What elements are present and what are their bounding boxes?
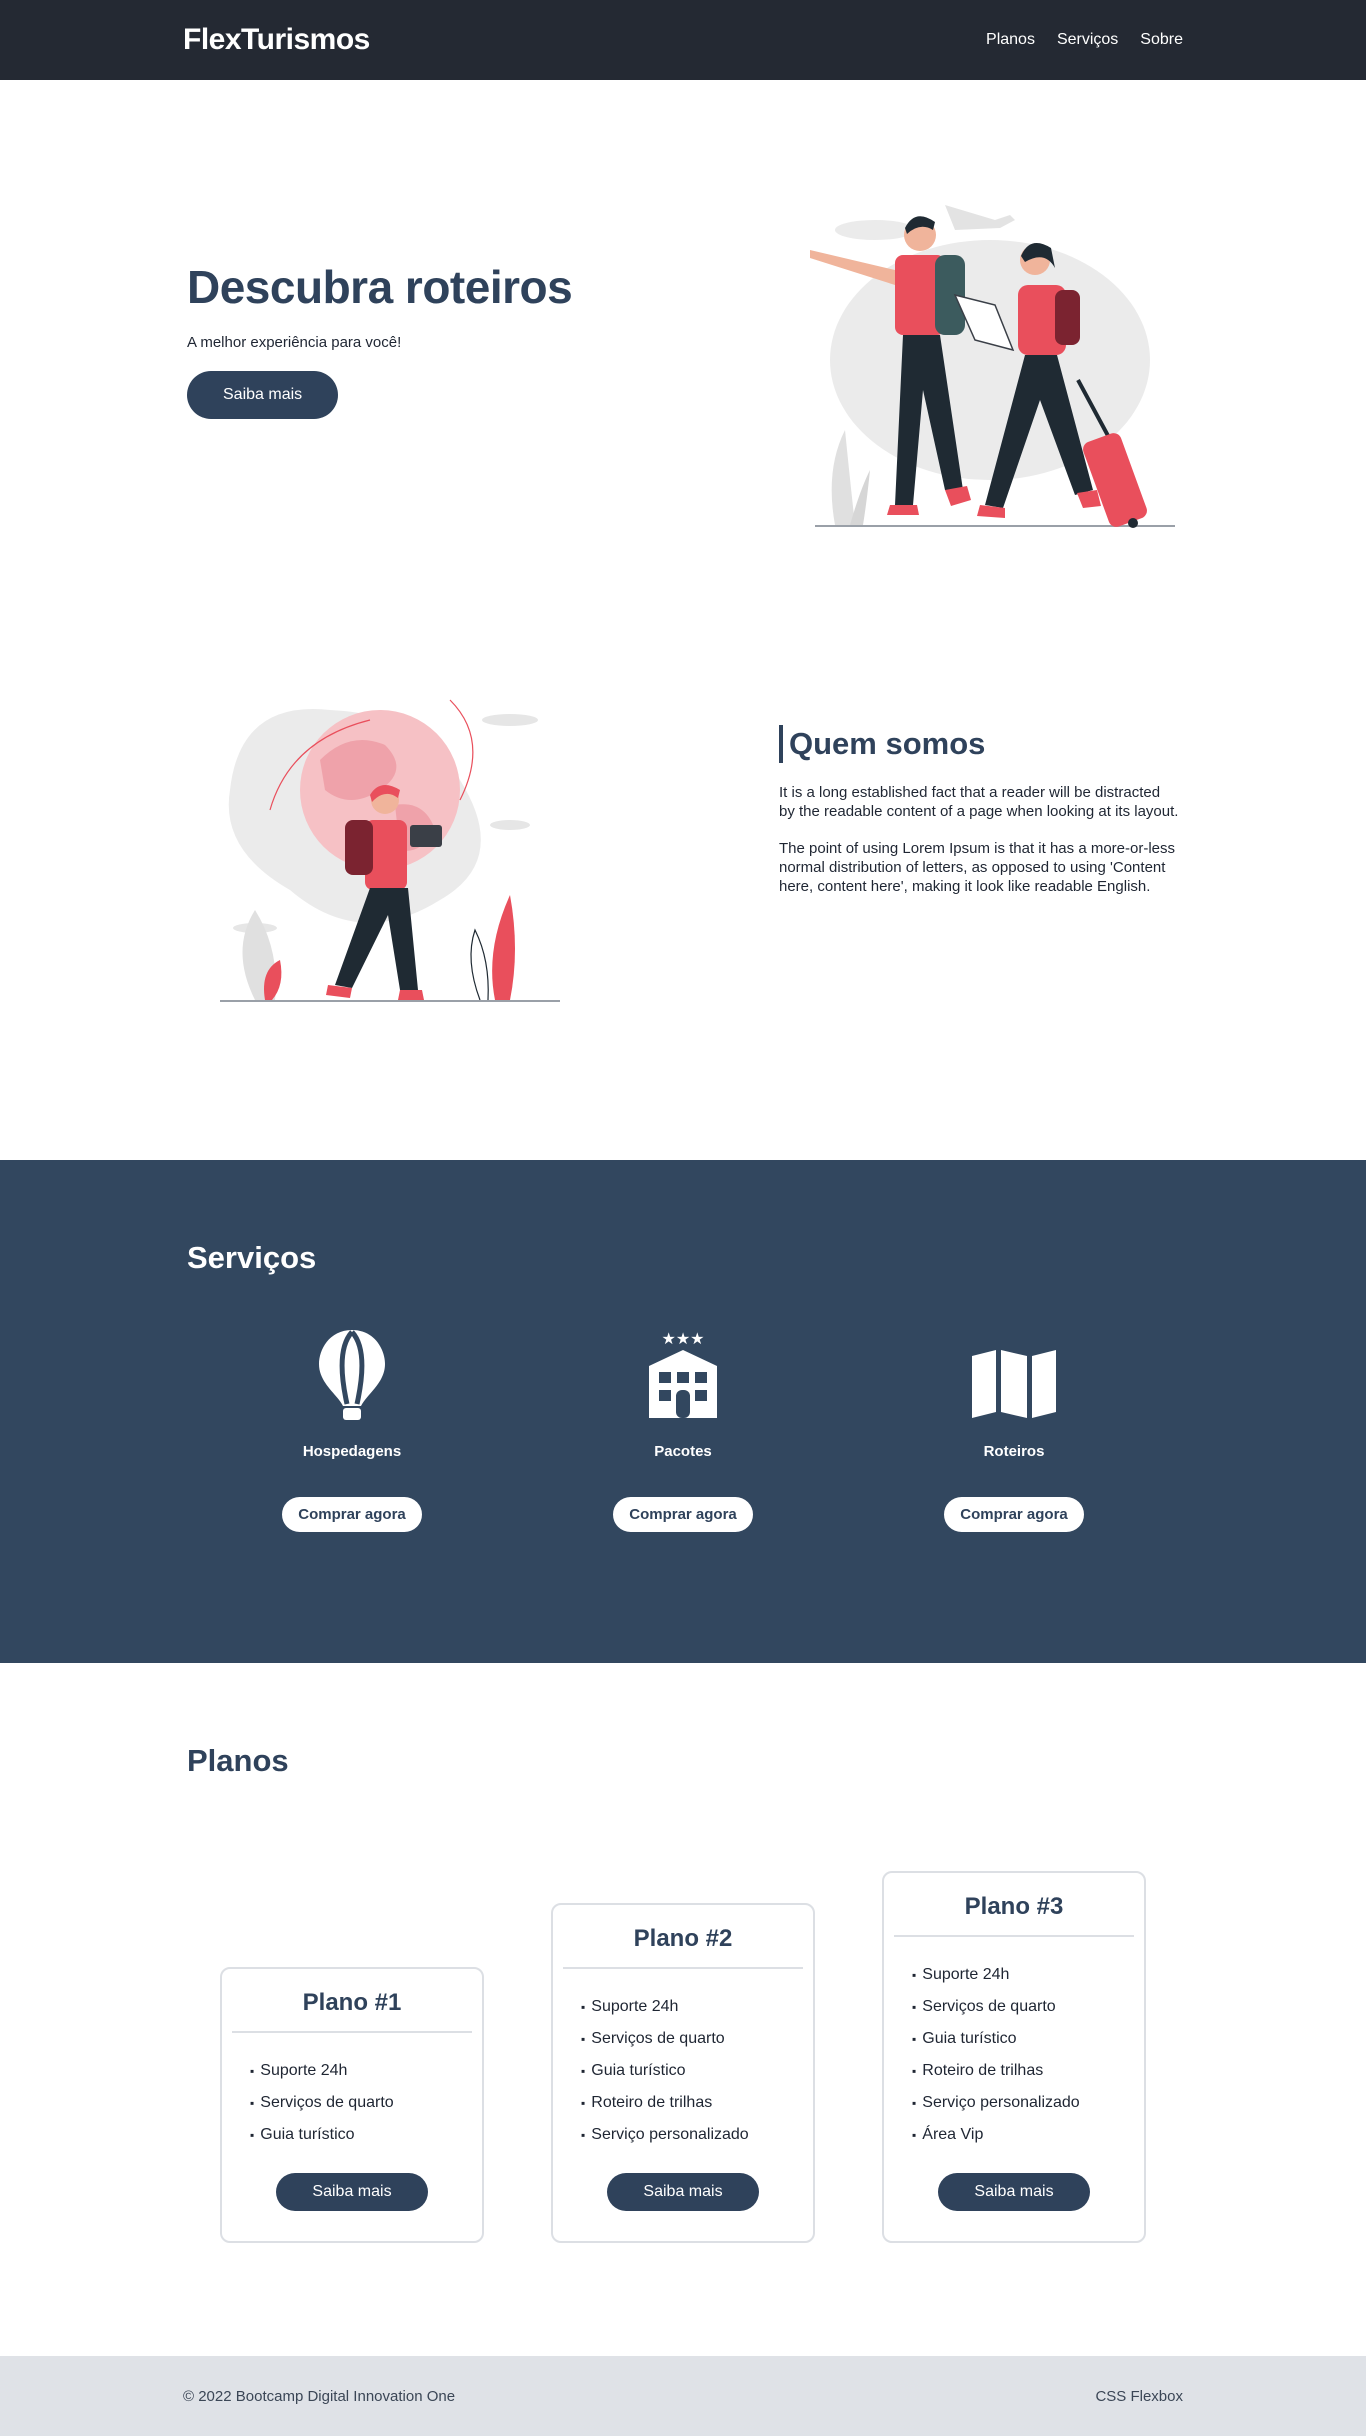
travelers-illustration — [810, 205, 1175, 528]
plan-feature: Área Vip — [912, 2119, 1144, 2151]
plan-features: Suporte 24h Serviços de quarto Guia turí… — [884, 1937, 1144, 2151]
about-section: Quem somos It is a long established fact… — [0, 600, 1366, 1160]
map-icon — [934, 1328, 1094, 1420]
logo[interactable]: FlexTurismos — [183, 23, 370, 57]
plan-feature: Guia turístico — [581, 2055, 813, 2087]
plan-title: Plano #3 — [894, 1873, 1134, 1937]
plan-feature: Serviços de quarto — [912, 1991, 1144, 2023]
nav-link-sobre[interactable]: Sobre — [1140, 31, 1183, 49]
svg-text:★★★: ★★★ — [661, 1329, 704, 1348]
plans-title: Planos — [187, 1743, 289, 1778]
nav-link-planos[interactable]: Planos — [986, 31, 1035, 49]
plan-card-1: Plano #1 Suporte 24h Serviços de quarto … — [220, 1967, 484, 2243]
plans-section: Planos Plano #1 Suporte 24h Serviços de … — [0, 1663, 1366, 2356]
hero-subtitle: A melhor experiência para você! — [187, 334, 402, 351]
plan-saiba-mais-button[interactable]: Saiba mais — [607, 2173, 759, 2211]
plan-features: Suporte 24h Serviços de quarto Guia turí… — [222, 2033, 482, 2151]
plan-feature: Serviço personalizado — [581, 2119, 813, 2151]
nav-link-servicos[interactable]: Serviços — [1057, 31, 1118, 49]
footer-copyright: © 2022 Bootcamp Digital Innovation One — [183, 2387, 456, 2405]
plan-saiba-mais-button[interactable]: Saiba mais — [276, 2173, 428, 2211]
about-text: Quem somos It is a long established fact… — [779, 725, 1179, 896]
service-card-roteiros: Roteiros Comprar agora — [934, 1328, 1094, 1532]
services-title: Serviços — [187, 1240, 317, 1275]
service-name: Pacotes — [654, 1443, 712, 1460]
main-nav: Planos Serviços Sobre — [986, 31, 1183, 49]
plan-feature: Suporte 24h — [912, 1959, 1144, 1991]
plan-feature: Serviço personalizado — [912, 2087, 1144, 2119]
plan-saiba-mais-button[interactable]: Saiba mais — [938, 2173, 1090, 2211]
plan-feature: Serviços de quarto — [250, 2087, 482, 2119]
service-card-pacotes: ★★★ Pacotes Comprar agora — [603, 1328, 763, 1532]
hot-air-balloon-icon — [272, 1328, 432, 1420]
hero-section: Descubra roteiros A melhor experiência p… — [0, 80, 1366, 600]
plan-feature: Suporte 24h — [581, 1991, 813, 2023]
plan-feature: Serviços de quarto — [581, 2023, 813, 2055]
about-paragraph: The point of using Lorem Ipsum is that i… — [779, 840, 1176, 895]
plan-feature: Roteiro de trilhas — [581, 2087, 813, 2119]
plan-feature: Guia turístico — [250, 2119, 482, 2151]
plan-card-3: Plano #3 Suporte 24h Serviços de quarto … — [882, 1871, 1146, 2243]
site-header: FlexTurismos Planos Serviços Sobre — [0, 0, 1366, 80]
plan-title: Plano #2 — [563, 1905, 803, 1969]
plan-feature: Suporte 24h — [250, 2055, 482, 2087]
service-name: Hospedagens — [302, 1443, 402, 1460]
comprar-agora-button[interactable]: Comprar agora — [613, 1497, 753, 1532]
hero-text: Descubra roteiros A melhor experiência p… — [187, 260, 573, 419]
footer-tagline: CSS Flexbox — [1095, 2387, 1183, 2405]
plan-title: Plano #1 — [232, 1969, 472, 2033]
hotel-icon: ★★★ — [603, 1328, 763, 1420]
hero-title: Descubra roteiros — [187, 261, 573, 313]
plan-card-2: Plano #2 Suporte 24h Serviços de quarto … — [551, 1903, 815, 2243]
site-footer: © 2022 Bootcamp Digital Innovation One C… — [0, 2356, 1366, 2436]
plan-feature: Roteiro de trilhas — [912, 2055, 1144, 2087]
services-section: Serviços Hospedagens Comprar agora ★★★ P… — [0, 1160, 1366, 1663]
hero-saiba-mais-button[interactable]: Saiba mais — [187, 371, 339, 419]
globe-traveler-illustration — [220, 699, 560, 1002]
about-title: Quem somos — [779, 725, 1179, 763]
about-paragraph: It is a long established fact that a rea… — [779, 784, 1179, 820]
plan-features: Suporte 24h Serviços de quarto Guia turí… — [553, 1969, 813, 2151]
plan-feature: Guia turístico — [912, 2023, 1144, 2055]
comprar-agora-button[interactable]: Comprar agora — [944, 1497, 1084, 1532]
comprar-agora-button[interactable]: Comprar agora — [282, 1497, 422, 1532]
service-card-hospedagens: Hospedagens Comprar agora — [272, 1328, 432, 1532]
service-name: Roteiros — [983, 1443, 1045, 1460]
